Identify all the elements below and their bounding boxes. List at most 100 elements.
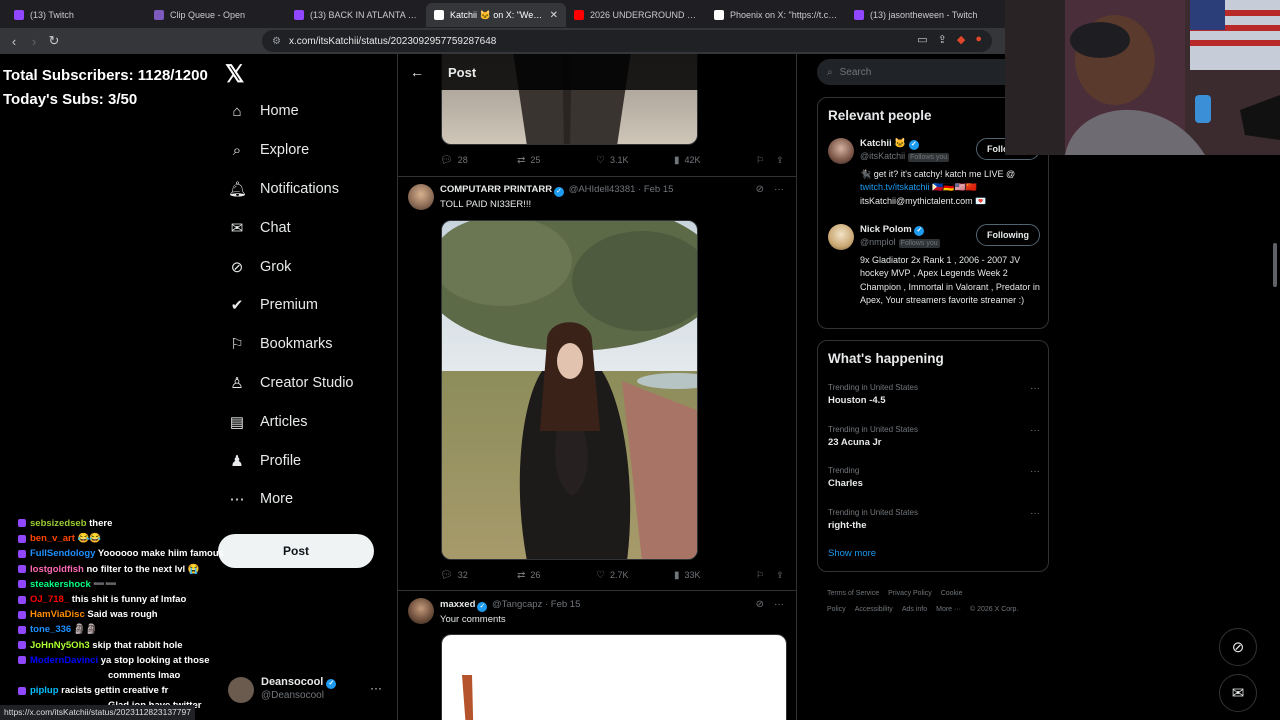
extension-icon[interactable]: ◆	[957, 33, 965, 46]
repost-button[interactable]: ⇄ 26	[517, 570, 596, 581]
bio-link[interactable]: twitch.tv/itskatchii	[860, 182, 930, 192]
sidebar-item-chat[interactable]: ✉ Chat	[224, 208, 354, 247]
sidebar-item-premium[interactable]: ✔ Premium	[224, 286, 354, 325]
sidebar-item-home[interactable]: ⌂ Home	[224, 92, 354, 131]
footer-link[interactable]: Accessibility	[855, 606, 893, 613]
more-options-icon[interactable]: ···	[1030, 508, 1040, 519]
messages-fab[interactable]: ✉	[1219, 674, 1257, 712]
browser-tab[interactable]: 2026 UNDERGROUND SOUND	[566, 3, 706, 27]
repost-button[interactable]: ⇄ 25	[517, 155, 596, 166]
sidebar-item-more[interactable]: ⋯ More	[224, 480, 354, 519]
person-card[interactable]: Nick Polom ✓ @nmplol Follows you Followin…	[828, 224, 1040, 319]
page-scrollbar[interactable]	[1271, 155, 1279, 720]
bookmark-icon[interactable]: ⚐	[756, 570, 764, 581]
reply-button[interactable]: 💬︎ 28	[440, 155, 517, 166]
cast-icon[interactable]: ▭	[917, 33, 927, 46]
avatar[interactable]	[828, 138, 854, 164]
trend-item[interactable]: Trending in United States right-the ···	[828, 508, 1040, 531]
person-name[interactable]: Nick Polom ✓	[860, 224, 925, 236]
more-options-icon[interactable]: ···	[370, 681, 382, 695]
browser-tab[interactable]: (13) jasontheween - Twitch	[846, 3, 986, 27]
chat-username[interactable]: JoHnNy5Oh3	[30, 640, 90, 651]
site-info-icon[interactable]: ⚙	[272, 36, 281, 47]
grok-fab[interactable]: ⊘	[1219, 628, 1257, 666]
tweet[interactable]: COMPUTARR PRINTARR ✓ @AHIdell43381 · Feb …	[398, 176, 796, 590]
share-icon[interactable]: ⇪	[776, 570, 784, 581]
like-button[interactable]: ♡ 2.7K	[596, 570, 674, 581]
back-arrow-icon[interactable]: ←	[410, 64, 424, 80]
address-bar[interactable]: ⚙ x.com/itsKatchii/status/20230929577592…	[262, 30, 992, 52]
todays-subs: Today's Subs: 3/50	[3, 91, 138, 108]
footer-link[interactable]: Privacy Policy	[888, 590, 932, 597]
tab-title: (13) Twitch	[30, 10, 74, 20]
back-arrow-icon[interactable]: ‹	[4, 34, 24, 49]
more-options-icon[interactable]: ···	[774, 184, 784, 195]
footer-link[interactable]: More ···	[936, 606, 961, 613]
chat-username[interactable]: FullSendology	[30, 548, 95, 559]
footer-link[interactable]: © 2026 X Corp.	[970, 606, 1018, 613]
sidebar-item-explore[interactable]: ⌕ Explore	[224, 131, 354, 170]
tweet-date[interactable]: · Feb 15	[638, 184, 673, 195]
views-button[interactable]: ▮ 42K	[674, 155, 756, 166]
chat-username[interactable]: HamViaDisc	[30, 609, 85, 620]
chat-username[interactable]: lostgoldfish	[30, 564, 84, 575]
avatar[interactable]	[408, 184, 434, 210]
like-button[interactable]: ♡ 3.1K	[596, 155, 674, 166]
author-handle[interactable]: @AHIdell43381	[569, 184, 636, 195]
browser-tab[interactable]: Phoenix on X: "https://t.co/f1J	[706, 3, 846, 27]
sidebar-item-profile[interactable]: ♟ Profile	[224, 441, 354, 480]
more-options-icon[interactable]: ···	[774, 599, 784, 610]
sidebar-item-label: Grok	[260, 258, 292, 275]
bookmark-icon[interactable]: ⚐	[756, 155, 764, 166]
reply-button[interactable]: 💬︎ 32	[440, 570, 517, 581]
chat-username[interactable]: piplup	[30, 685, 59, 696]
more-options-icon[interactable]: ···	[1030, 425, 1040, 436]
more-options-icon[interactable]: ···	[1030, 383, 1040, 394]
author-name[interactable]: COMPUTARR PRINTARR	[440, 184, 552, 195]
avatar[interactable]	[408, 598, 434, 624]
sidebar-item-articles[interactable]: ▤ Articles	[224, 402, 354, 441]
author-handle[interactable]: @Tangcapz	[492, 599, 542, 610]
sidebar-item-notifications[interactable]: 🔔︎ Notifications	[224, 170, 354, 209]
account-switcher[interactable]: Deansocool ✓ @Deansocool ···	[228, 675, 388, 705]
scrollbar-thumb[interactable]	[1273, 243, 1277, 287]
trend-item[interactable]: Trending in United States 23 Acuna Jr ···	[828, 425, 1040, 448]
extension-icon[interactable]: ●	[975, 33, 982, 46]
footer-link[interactable]: Terms of Service	[827, 590, 879, 597]
show-more-link[interactable]: Show more	[828, 548, 876, 559]
sidebar-item-creator-studio[interactable]: ♙ Creator Studio	[224, 364, 353, 403]
close-icon[interactable]: ✕	[550, 10, 558, 21]
share-icon[interactable]: ⇪	[938, 33, 947, 46]
avatar[interactable]	[828, 224, 854, 250]
chat-username[interactable]: sebsizedseb	[30, 518, 87, 529]
chat-username[interactable]: OJ_718_	[30, 594, 69, 605]
tweet-date[interactable]: · Feb 15	[545, 599, 580, 610]
post-image[interactable]	[441, 634, 787, 720]
chat-username[interactable]: ben_v_art	[30, 533, 75, 544]
trend-item[interactable]: Trending Charles ···	[828, 466, 1040, 489]
reload-icon[interactable]: ↻	[44, 33, 64, 49]
author-name[interactable]: maxxed	[440, 599, 475, 610]
chat-username[interactable]: tone_336	[30, 624, 71, 635]
chat-username[interactable]: ModernDavinci	[30, 655, 98, 666]
browser-tab[interactable]: (13) Twitch	[6, 3, 146, 27]
tweet[interactable]: maxxed ✓ @Tangcapz · Feb 15 ⊘ ··· Your co…	[398, 590, 796, 720]
trend-item[interactable]: Trending in United States Houston -4.5 ···	[828, 383, 1040, 406]
more-options-icon[interactable]: ···	[1030, 466, 1040, 477]
browser-tab[interactable]: Katchii 🐱 on X: "Went bl ✕	[426, 3, 566, 27]
browser-tab[interactable]: (13) BACK IN ATLANTA + S TIE	[286, 3, 426, 27]
grok-icon[interactable]: ⊘	[756, 184, 764, 195]
x-logo[interactable]: 𝕏	[225, 60, 244, 89]
sidebar-item-bookmarks[interactable]: ⚐ Bookmarks	[224, 325, 354, 364]
chat-username[interactable]: steakershock	[30, 579, 91, 590]
post-image[interactable]	[441, 220, 698, 560]
following-button[interactable]: Following	[976, 224, 1040, 246]
browser-tab[interactable]: Clip Queue - Open	[146, 3, 286, 27]
grok-icon[interactable]: ⊘	[756, 599, 764, 610]
sidebar-item-grok[interactable]: ⊘ Grok	[224, 247, 354, 286]
views-button[interactable]: ▮ 33K	[674, 570, 756, 581]
share-icon[interactable]: ⇪	[776, 155, 784, 166]
forward-arrow-icon[interactable]: ›	[24, 34, 44, 49]
footer-link[interactable]: Ads info	[902, 606, 927, 613]
person-name[interactable]: Katchii 🐱 ✓	[860, 138, 919, 150]
